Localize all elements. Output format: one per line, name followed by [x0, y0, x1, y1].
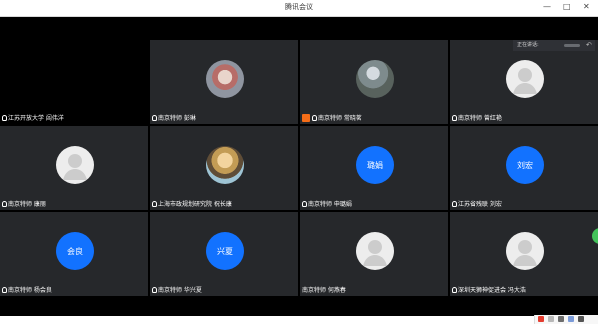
participant-label: 南京特师 常晓茗 — [302, 113, 362, 122]
microphone-icon — [2, 200, 7, 207]
system-tray — [534, 315, 598, 324]
microphone-icon — [2, 286, 7, 293]
tray-settings-icon[interactable] — [548, 316, 554, 322]
taskbar-strip — [0, 316, 598, 324]
participant-label: 南京特师 何燕春 — [302, 285, 346, 294]
microphone-icon — [152, 114, 157, 121]
person-silhouette-icon — [513, 68, 537, 94]
participant-label: 南京特师 华兴夏 — [152, 285, 202, 294]
microphone-icon — [312, 114, 317, 121]
participant-name: 深圳天狮神促进会 冯大浩 — [458, 287, 526, 294]
window-title: 腾讯会议 — [285, 3, 313, 11]
tray-keyboard-icon[interactable] — [578, 316, 584, 322]
avatar — [356, 60, 394, 98]
avatar — [506, 232, 544, 270]
microphone-icon — [152, 200, 157, 207]
tray-network-icon[interactable] — [568, 316, 574, 322]
speaker-name-blur — [564, 44, 580, 47]
speaking-indicator: 正在讲话: — [513, 40, 595, 51]
avatar — [56, 146, 94, 184]
person-silhouette-icon — [363, 240, 387, 266]
tray-app-icon[interactable] — [538, 316, 544, 322]
participant-label: 江苏省残联 刘宏 — [452, 199, 502, 208]
avatar: 会良 — [56, 232, 94, 270]
avatar — [506, 60, 544, 98]
participant-label: 南京特师 彭琳 — [152, 113, 196, 122]
participant-label: 南京特师 康丽 — [2, 199, 46, 208]
participant-tile[interactable]: 江苏开放大学 闾伟洋 — [0, 40, 148, 124]
person-silhouette-icon — [513, 240, 537, 266]
participant-name: 南京特师 何燕春 — [302, 287, 346, 294]
avatar — [356, 232, 394, 270]
microphone-icon — [452, 286, 457, 293]
participant-label: 南京特师 曾红艳 — [452, 113, 502, 122]
collapse-arrow-icon[interactable]: ↶ — [586, 41, 592, 49]
participant-tile[interactable]: 南京特师 康丽 — [0, 126, 148, 210]
microphone-icon — [152, 286, 157, 293]
participant-name: 南京特师 曾红艳 — [458, 115, 502, 122]
microphone-icon — [302, 200, 307, 207]
participant-tile[interactable]: 上海市政规划研究院 祝长康 — [150, 126, 298, 210]
participant-name: 南京特师 康丽 — [8, 201, 46, 208]
participant-label: 江苏开放大学 闾伟洋 — [2, 113, 64, 122]
participant-tile[interactable]: 南京特师 曾红艳 — [450, 40, 598, 124]
close-icon[interactable]: ✕ — [583, 2, 590, 12]
participant-name: 南京特师 杨会良 — [8, 287, 52, 294]
participant-name: 南京特师 常晓茗 — [318, 115, 362, 122]
participant-name: 上海市政规划研究院 祝长康 — [158, 201, 232, 208]
participant-tile[interactable]: 南京特师 常晓茗 — [300, 40, 448, 124]
participant-tile[interactable]: 璐娟 南京特师 申璐娟 — [300, 126, 448, 210]
avatar: 璐娟 — [356, 146, 394, 184]
participant-tile[interactable]: 南京特师 彭琳 — [150, 40, 298, 124]
participant-name: 江苏开放大学 闾伟洋 — [8, 115, 64, 122]
microphone-icon — [452, 114, 457, 121]
participant-name: 南京特师 彭琳 — [158, 115, 196, 122]
participant-label: 南京特师 杨会良 — [2, 285, 52, 294]
microphone-icon — [2, 114, 7, 121]
participant-tile[interactable]: 兴夏 南京特师 华兴夏 — [150, 212, 298, 296]
avatar: 兴夏 — [206, 232, 244, 270]
minimize-icon[interactable]: — — [543, 2, 551, 12]
window-titlebar: 腾讯会议 — □ ✕ — [0, 0, 598, 17]
participant-label: 南京特师 申璐娟 — [302, 199, 352, 208]
maximize-icon[interactable]: □ — [563, 2, 571, 12]
participant-tile[interactable]: 会良 南京特师 杨会良 — [0, 212, 148, 296]
participant-label: 上海市政规划研究院 祝长康 — [152, 199, 232, 208]
participant-tile[interactable]: 深圳天狮神促进会 冯大浩 — [450, 212, 598, 296]
avatar — [206, 146, 244, 184]
participant-name: 南京特师 华兴夏 — [158, 287, 202, 294]
speaking-label: 正在讲话: — [517, 42, 539, 48]
participant-name: 南京特师 申璐娟 — [308, 201, 352, 208]
participant-tile[interactable]: 刘宏 江苏省残联 刘宏 — [450, 126, 598, 210]
person-silhouette-icon — [63, 154, 87, 180]
microphone-icon — [452, 200, 457, 207]
video-grid: 江苏开放大学 闾伟洋 南京特师 彭琳 南京特师 常晓茗 南京特师 曾红艳 南京特… — [0, 40, 598, 296]
avatar — [206, 60, 244, 98]
participant-label: 深圳天狮神促进会 冯大浩 — [452, 285, 526, 294]
participant-name: 江苏省残联 刘宏 — [458, 201, 502, 208]
participant-tile[interactable]: 南京特师 何燕春 — [300, 212, 448, 296]
tray-volume-icon[interactable] — [558, 316, 564, 322]
avatar: 刘宏 — [506, 146, 544, 184]
host-badge-icon — [302, 113, 310, 122]
